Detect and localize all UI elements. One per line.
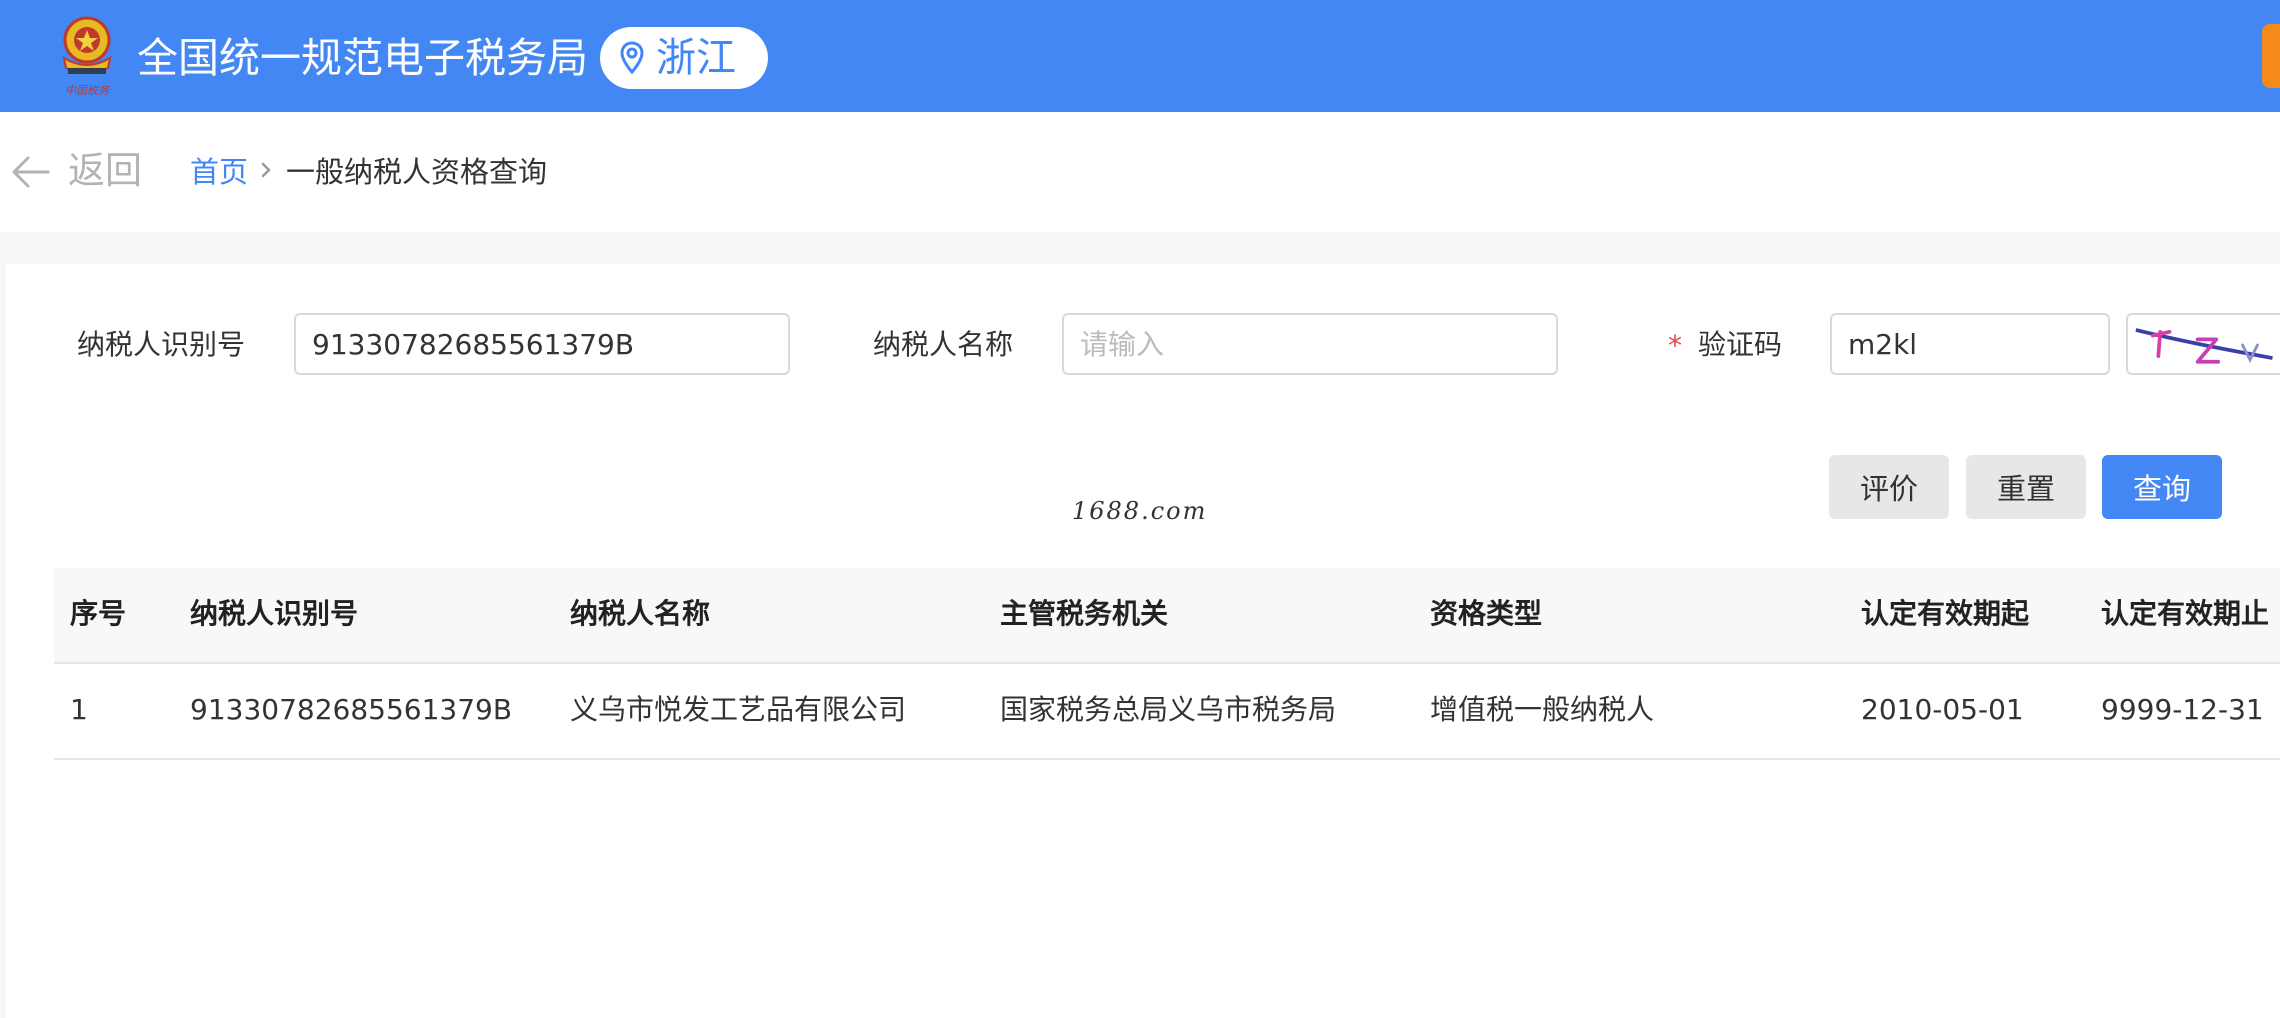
table-cell: 义乌市悦发工艺品有限公司 <box>570 693 907 726</box>
table-cell: 2010-05-01 <box>1861 693 2024 726</box>
table-cell: 国家税务总局义乌市税务局 <box>1000 693 1337 726</box>
captcha-input[interactable] <box>1830 313 2110 375</box>
column-header: 序号 <box>70 597 127 630</box>
location-pin-icon <box>620 41 644 75</box>
table-cell: 91330782685561379B <box>190 693 513 726</box>
left-gutter <box>0 264 6 1018</box>
tax-emblem-icon: 中国税务 <box>62 16 112 97</box>
svg-text:中国税务: 中国税务 <box>65 84 110 97</box>
column-header: 认定有效期止 <box>2101 597 2270 630</box>
taxpayer-name-label: 纳税人名称 <box>873 328 1014 361</box>
column-header: 认定有效期起 <box>1861 597 2030 630</box>
region-label: 浙江 <box>656 35 736 81</box>
breadcrumb-home-link[interactable]: 首页 <box>190 152 248 192</box>
arrow-left-icon[interactable] <box>10 154 50 190</box>
reset-button[interactable]: 重置 <box>1966 455 2086 519</box>
section-divider <box>0 232 2280 264</box>
table-cell: 1 <box>70 693 88 726</box>
captcha-label: 验证码 <box>1698 328 1783 361</box>
corner-tab[interactable] <box>2262 24 2280 88</box>
captcha-image[interactable] <box>2126 313 2280 375</box>
column-header: 资格类型 <box>1430 597 1543 630</box>
table-cell: 增值税一般纳税人 <box>1430 693 1655 726</box>
column-header: 纳税人识别号 <box>190 597 359 630</box>
tin-input[interactable] <box>294 313 790 375</box>
back-button[interactable]: 返回 <box>68 147 142 195</box>
column-header: 纳税人名称 <box>570 597 711 630</box>
taxpayer-name-input[interactable] <box>1062 313 1558 375</box>
query-button[interactable]: 查询 <box>2102 455 2222 519</box>
table-cell: 9999-12-31 <box>2101 693 2264 726</box>
table-row: 1 91330782685561379B 义乌市悦发工艺品有限公司 国家税务总局… <box>54 664 2280 760</box>
column-header: 主管税务机关 <box>1000 597 1169 630</box>
chevron-right-icon <box>261 162 271 178</box>
tin-label: 纳税人识别号 <box>77 328 246 361</box>
watermark: 1688.com <box>1072 497 1208 525</box>
breadcrumb-current: 一般纳税人资格查询 <box>286 155 548 189</box>
top-header: 中国税务 全国统一规范电子税务局 浙江 <box>0 0 2280 112</box>
table-header: 序号 纳税人识别号 纳税人名称 主管税务机关 资格类型 认定有效期起 认定有效期… <box>54 568 2280 664</box>
site-title: 全国统一规范电子税务局 <box>137 34 588 82</box>
region-selector[interactable]: 浙江 <box>600 27 768 89</box>
required-mark: * <box>1668 329 1682 362</box>
breadcrumb: 返回 首页 一般纳税人资格查询 <box>0 112 2280 232</box>
rate-button[interactable]: 评价 <box>1829 455 1949 519</box>
